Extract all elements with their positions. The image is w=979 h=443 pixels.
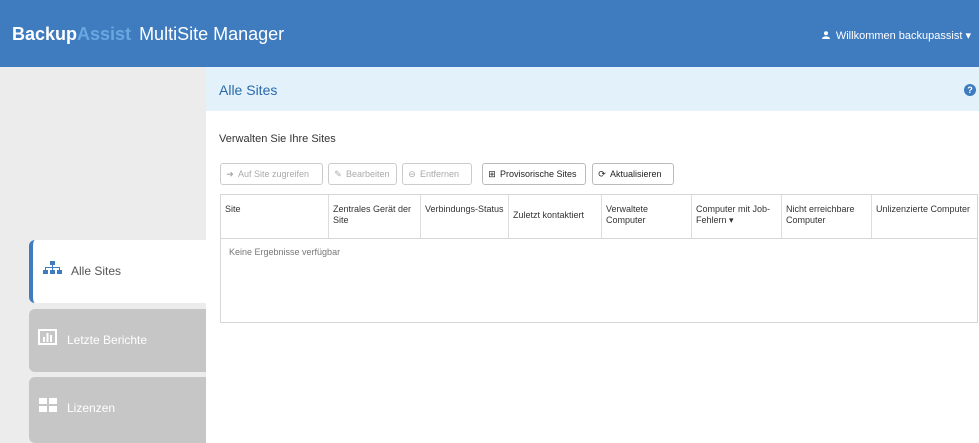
grid-icon <box>39 398 57 412</box>
user-menu-label: Willkommen backupassist <box>835 30 963 42</box>
provisional-sites-label: Provisorische Sites <box>500 169 577 179</box>
empty-state-message: Keine Ergebnisse verfügbar <box>229 247 341 257</box>
sidebar-item-label: Letzte Berichte <box>67 333 148 347</box>
edit-label: Bearbeiten <box>346 169 390 179</box>
sidebar-item-alle-sites[interactable]: Alle Sites <box>29 240 206 303</box>
access-site-label: Auf Site zugreifen <box>238 169 310 179</box>
refresh-button[interactable]: ⟳ Aktualisieren <box>592 163 674 185</box>
access-site-button[interactable]: ➜ Auf Site zugreifen <box>220 163 323 185</box>
refresh-label: Aktualisieren <box>610 169 662 179</box>
sidebar-item-label: Lizenzen <box>67 401 116 415</box>
column-header-central-device[interactable]: Zentrales Gerät der Site <box>329 195 421 238</box>
column-header-unreachable-computers[interactable]: Nicht erreichbare Computer <box>782 195 872 238</box>
top-bar: BackupAssist MultiSite Manager Willkommen… <box>0 0 979 67</box>
column-header-computers-with-job-errors[interactable]: Computer mit Job-Fehlern ▾ <box>692 195 782 238</box>
column-header-unlicensed-computers[interactable]: Unlizenzierte Computer <box>872 195 977 238</box>
sitemap-icon <box>43 261 62 274</box>
sites-table: Site Zentrales Gerät der Site Verbindung… <box>220 194 978 323</box>
refresh-icon: ⟳ <box>598 169 606 179</box>
table-header: Site Zentrales Gerät der Site Verbindung… <box>221 195 977 239</box>
provisional-sites-button[interactable]: ⊞ Provisorische Sites <box>482 163 586 185</box>
sidebar-item-lizenzen[interactable]: Lizenzen <box>29 377 206 443</box>
page-title: Alle Sites <box>219 82 278 98</box>
column-header-site[interactable]: Site <box>221 195 329 238</box>
sidebar-item-letzte-berichte[interactable]: Letzte Berichte <box>29 309 206 372</box>
user-menu[interactable]: Willkommen backupassist ▾ <box>821 29 971 42</box>
bar-chart-icon <box>38 329 57 345</box>
main-content: Alle Sites ? Verwalten Sie Ihre Sites ➜ A… <box>206 67 979 443</box>
brand-backup: Backup <box>12 24 78 44</box>
help-icon[interactable]: ? <box>964 84 976 96</box>
brand-assist: Assist <box>77 24 132 44</box>
column-header-connection-status[interactable]: Verbindungs-Status <box>421 195 509 238</box>
edit-icon: ✎ <box>334 169 342 179</box>
column-header-last-contacted[interactable]: Zuletzt kontaktiert <box>509 195 602 238</box>
edit-button[interactable]: ✎ Bearbeiten <box>328 163 397 185</box>
page-subtitle: Verwalten Sie Ihre Sites <box>219 133 336 145</box>
app-logo: BackupAssist MultiSite Manager <box>12 24 284 45</box>
sidebar-item-label: Alle Sites <box>71 264 122 278</box>
remove-button[interactable]: ⊖ Entfernen <box>402 163 472 185</box>
sidebar: Alle Sites Letzte Berichte Lizenzen <box>0 67 206 443</box>
remove-icon: ⊖ <box>408 169 416 179</box>
user-icon <box>821 31 830 39</box>
column-header-managed-computers[interactable]: Verwaltete Computer <box>602 195 692 238</box>
sign-in-icon: ➜ <box>226 169 234 179</box>
brand-product: MultiSite Manager <box>139 24 285 44</box>
page-title-bar: Alle Sites ? <box>206 67 979 111</box>
remove-label: Entfernen <box>420 169 460 179</box>
chevron-down-icon: ▾ <box>965 30 971 42</box>
plus-square-icon: ⊞ <box>488 169 496 179</box>
